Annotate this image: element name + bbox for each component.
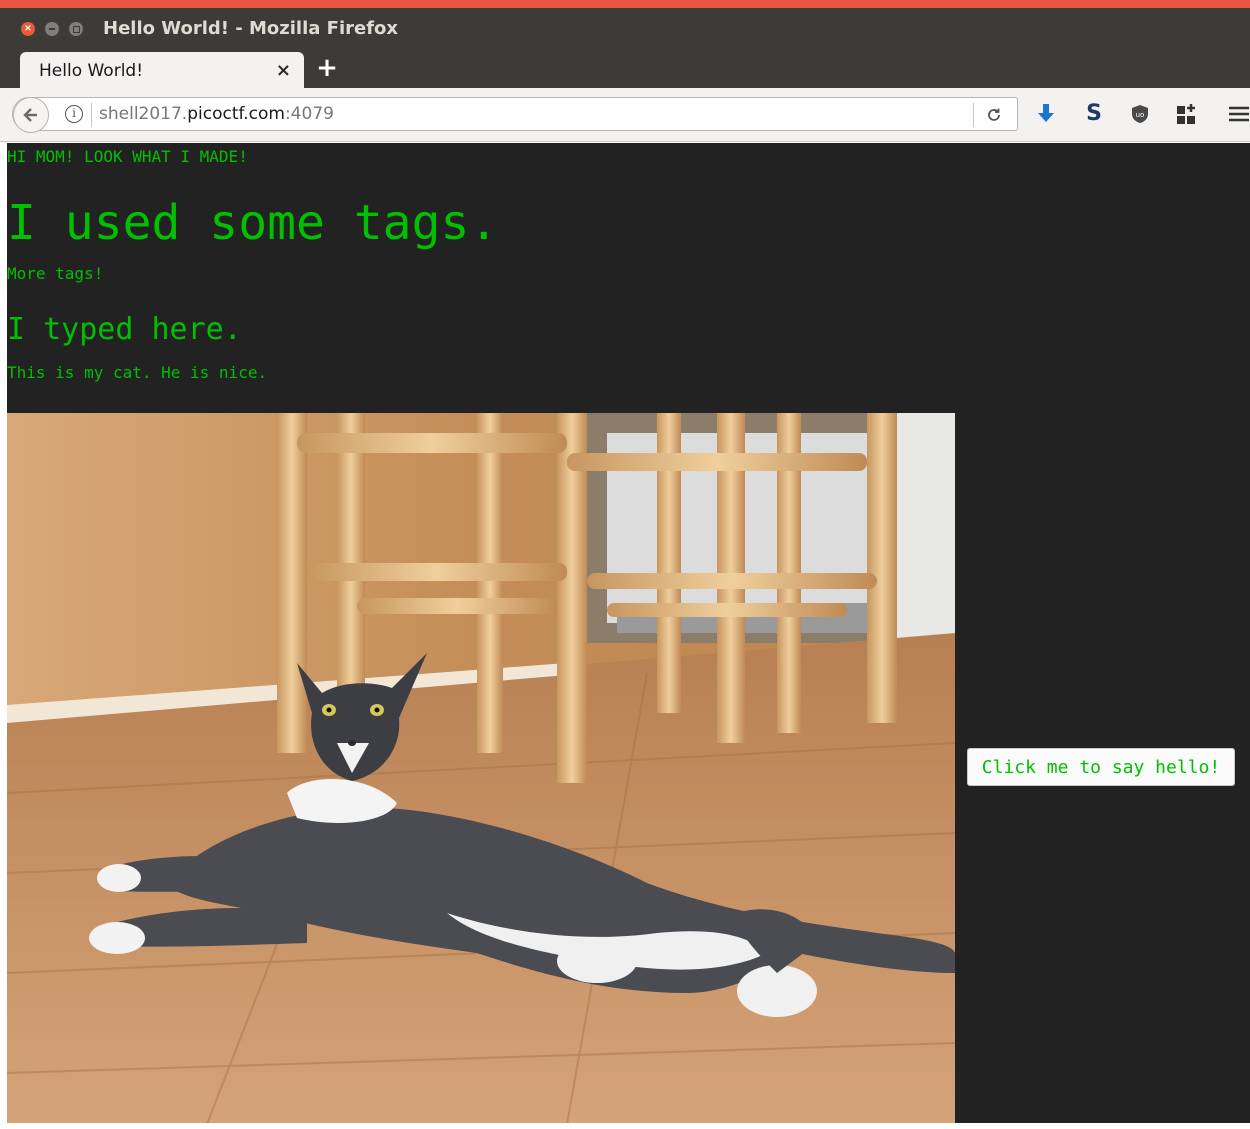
window-bottom-edge	[0, 1123, 1250, 1129]
window-close-button[interactable]: ×	[21, 22, 35, 36]
ublock-shield-icon[interactable]: uo	[1127, 100, 1153, 128]
info-icon[interactable]: i	[65, 105, 83, 123]
navigation-toolbar: i shell2017.picoctf.com:4079	[0, 88, 1250, 142]
url-divider	[91, 103, 92, 127]
tab-close-icon[interactable]: ×	[276, 60, 291, 81]
reload-icon[interactable]	[985, 102, 1003, 129]
tab-title: Hello World!	[39, 61, 144, 81]
cat-photo	[7, 413, 955, 1124]
url-prefix: shell2017.	[99, 104, 188, 124]
hamburger-menu-icon[interactable]	[1226, 100, 1250, 128]
window-titlebar: × Hello World! - Mozilla Firefox	[0, 8, 1250, 48]
url-port: :4079	[284, 104, 334, 124]
window-minimize-button[interactable]	[45, 22, 59, 36]
reload-divider	[973, 103, 974, 127]
url-text[interactable]: shell2017.picoctf.com:4079	[99, 104, 334, 124]
cat-caption: This is my cat. He is nice.	[7, 363, 268, 382]
sub-heading: I typed here.	[7, 312, 242, 347]
s-extension-icon[interactable]: S	[1081, 100, 1107, 128]
svg-text:uo: uo	[1136, 111, 1145, 119]
main-heading: I used some tags.	[7, 195, 499, 251]
tab-strip: Hello World! × +	[0, 48, 1250, 88]
new-tab-button[interactable]: +	[314, 54, 340, 82]
page-content: HI MOM! LOOK WHAT I MADE! I used some ta…	[7, 143, 1250, 1124]
tab-hello-world[interactable]: Hello World! ×	[20, 52, 304, 88]
url-bar[interactable]: i shell2017.picoctf.com:4079	[12, 97, 1018, 131]
desktop-top-strip	[0, 0, 1250, 8]
window-maximize-button[interactable]	[69, 22, 83, 36]
back-button[interactable]	[13, 97, 49, 133]
say-hello-button[interactable]: Click me to say hello!	[967, 748, 1235, 786]
intro-paragraph: HI MOM! LOOK WHAT I MADE!	[7, 147, 248, 166]
window-title: Hello World! - Mozilla Firefox	[103, 18, 399, 39]
extensions-icon[interactable]	[1174, 100, 1200, 128]
more-tags-paragraph: More tags!	[7, 264, 104, 283]
download-icon[interactable]	[1033, 100, 1059, 128]
url-domain: picoctf.com	[187, 104, 285, 124]
